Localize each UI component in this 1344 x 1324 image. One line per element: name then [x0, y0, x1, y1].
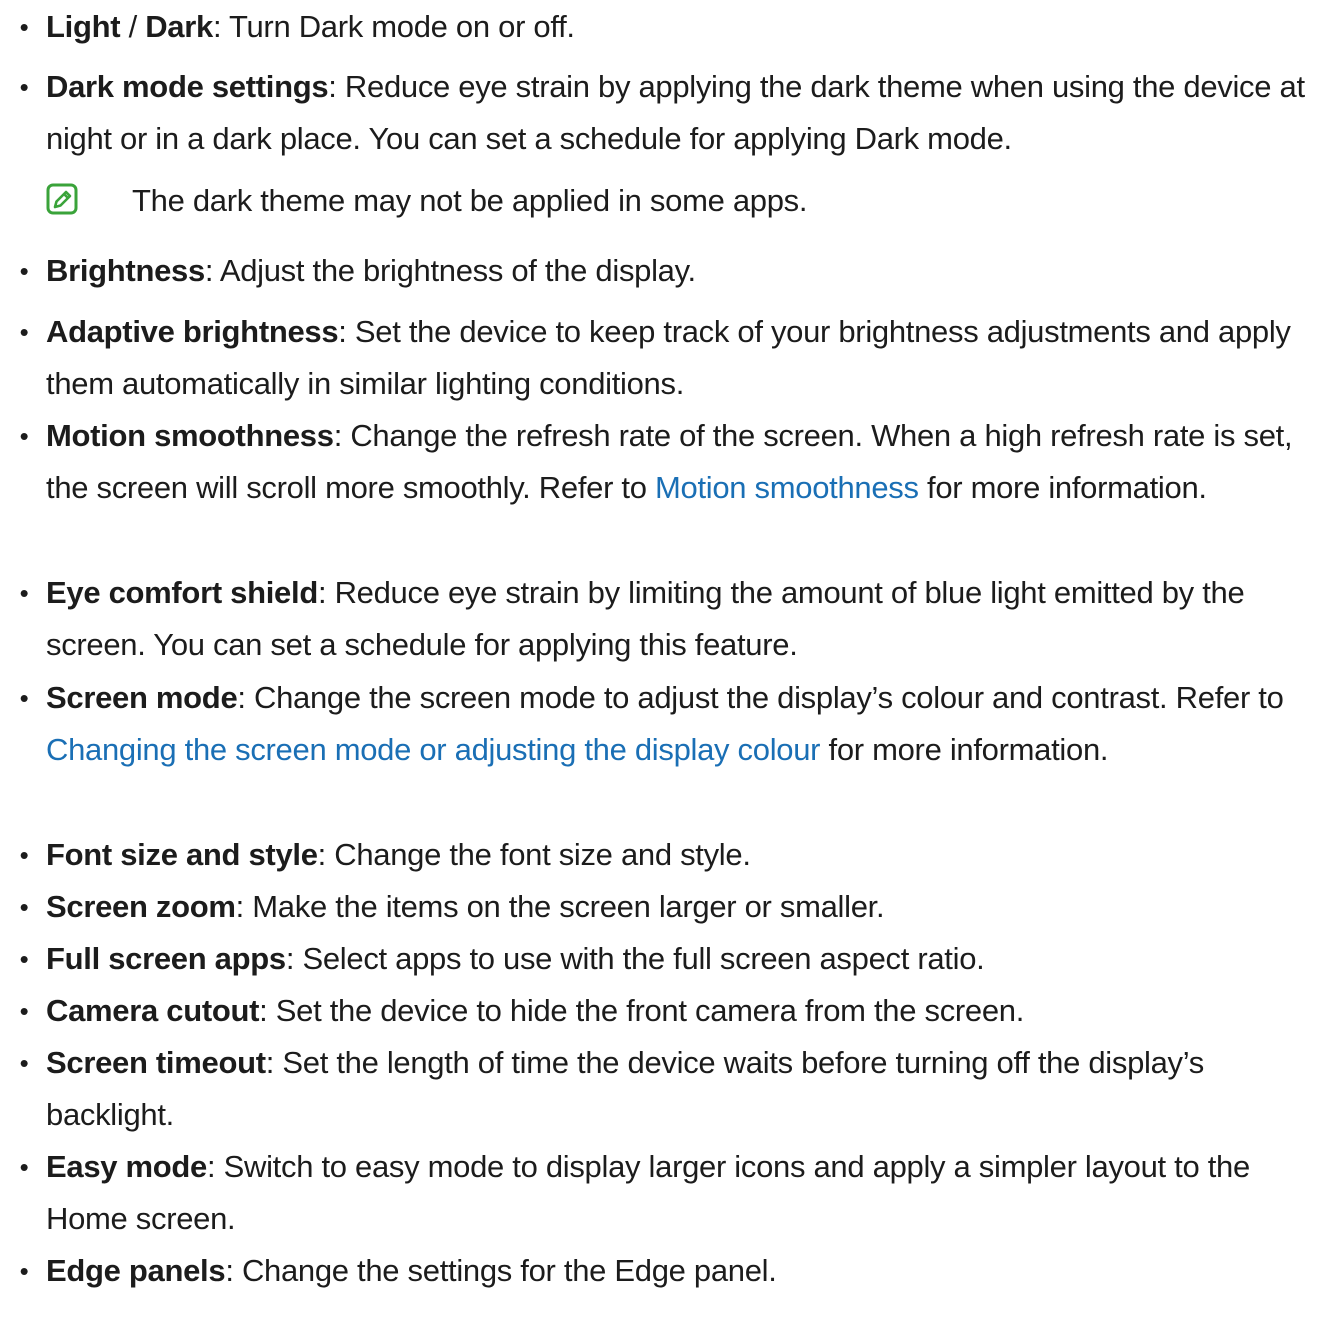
term-full-screen-apps: Full screen apps	[46, 941, 286, 976]
motion-smoothness-link[interactable]: Motion smoothness	[655, 470, 919, 505]
term-adaptive-brightness: Adaptive brightness	[46, 314, 339, 349]
term-dark: Dark	[145, 9, 213, 44]
bullet: •	[19, 683, 29, 713]
item-description: : Set the device to hide the front camer…	[259, 993, 1025, 1028]
term-screen-zoom: Screen zoom	[46, 889, 236, 924]
term-dark-mode-settings: Dark mode settings	[46, 69, 329, 104]
term-screen-mode: Screen mode	[46, 680, 238, 715]
bullet: •	[19, 421, 29, 451]
bullet: •	[19, 12, 29, 42]
bullet: •	[19, 1256, 29, 1286]
item-description: : Select apps to use with the full scree…	[285, 941, 985, 976]
item-description-end: for more information.	[820, 732, 1109, 767]
term-separator: /	[120, 9, 146, 44]
term-camera-cutout: Camera cutout	[46, 993, 260, 1028]
term-light: Light	[46, 9, 121, 44]
term-easy-mode: Easy mode	[46, 1149, 207, 1184]
term-eye-comfort-shield: Eye comfort shield	[46, 575, 318, 610]
item-description: : Turn Dark mode on or off.	[212, 9, 575, 44]
bullet: •	[19, 892, 29, 922]
bullet: •	[19, 256, 29, 286]
term-motion-smoothness: Motion smoothness	[46, 418, 334, 453]
item-description-end: for more information.	[918, 470, 1207, 505]
note-dark-theme: The dark theme may not be applied in som…	[46, 175, 1296, 227]
item-description: : Switch to easy mode to display larger …	[46, 1149, 1250, 1236]
bullet: •	[19, 1048, 29, 1078]
term-edge-panels: Edge panels	[46, 1253, 226, 1288]
screen-mode-link[interactable]: Changing the screen mode or adjusting th…	[46, 732, 820, 767]
item-description: : Adjust the brightness of the display.	[204, 253, 696, 288]
term-brightness: Brightness	[46, 253, 205, 288]
note-text: The dark theme may not be applied in som…	[132, 183, 808, 218]
term-screen-timeout: Screen timeout	[46, 1045, 266, 1080]
bullet: •	[19, 996, 29, 1026]
bullet: •	[19, 578, 29, 608]
bullet: •	[19, 944, 29, 974]
item-description: : Change the settings for the Edge panel…	[225, 1253, 777, 1288]
bullet: •	[19, 1152, 29, 1182]
term-font-size-and-style: Font size and style	[46, 837, 318, 872]
bullet: •	[19, 840, 29, 870]
item-description: : Change the screen mode to adjust the d…	[237, 680, 1284, 715]
bullet: •	[19, 317, 29, 347]
bullet: •	[19, 72, 29, 102]
item-description: : Make the items on the screen larger or…	[235, 889, 885, 924]
note-pencil-icon	[46, 183, 78, 215]
item-description: : Change the font size and style.	[317, 837, 751, 872]
